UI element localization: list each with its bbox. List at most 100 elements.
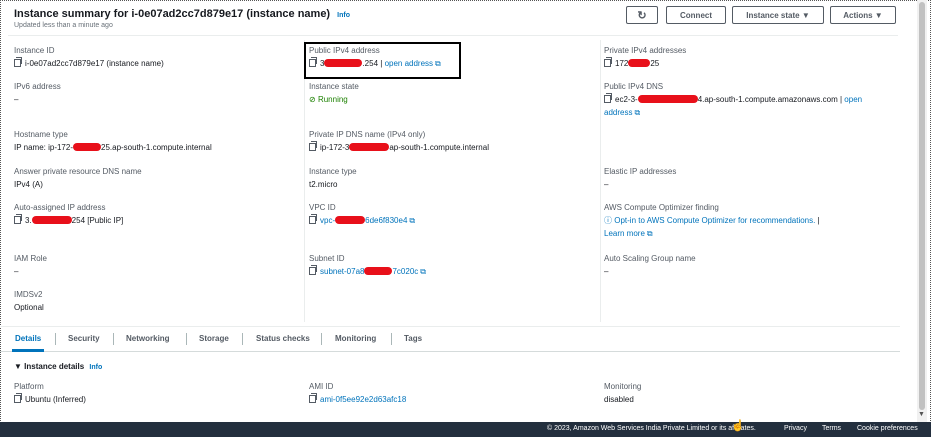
instance-type-value: t2.micro <box>309 180 338 189</box>
tab-networking[interactable]: Networking <box>126 334 170 343</box>
hostname-prefix: IP name: ip-172- <box>14 143 73 152</box>
field-ipv6: IPv6 address – <box>14 82 294 105</box>
field-label: Answer private resource DNS name <box>14 167 142 176</box>
external-link-icon[interactable]: ⧉ <box>647 229 653 238</box>
ip-suffix: 254 [Public IP] <box>71 216 124 225</box>
instance-summary-header: Instance summary for i-0e07ad2cc7d879e17… <box>8 4 898 36</box>
ip-suffix: 25 <box>650 59 660 68</box>
ip-prefix: 172 <box>615 59 629 68</box>
field-label: AMI ID <box>309 382 334 391</box>
optimizer-opt-in-link[interactable]: Opt-in to AWS Compute Optimizer for reco… <box>614 216 815 225</box>
separator: | <box>817 216 820 225</box>
copy-icon[interactable] <box>604 93 612 103</box>
external-link-icon[interactable]: ⧉ <box>409 216 415 225</box>
tab-divider <box>186 333 187 345</box>
ipv6-value: – <box>14 95 19 104</box>
instance-id-value: i-0e07ad2cc7d879e17 (instance name) <box>25 59 164 68</box>
dns-suffix: ap-south-1.compute.internal <box>389 143 489 152</box>
copy-icon[interactable] <box>309 265 317 275</box>
info-link[interactable]: Info <box>337 12 350 19</box>
field-auto-ip: Auto-assigned IP address 3. 254 [Public I… <box>14 203 294 226</box>
scroll-down-icon[interactable]: ▼ <box>918 411 925 418</box>
tab-divider <box>242 333 243 345</box>
field-imdsv2: IMDSv2 Optional <box>14 290 294 313</box>
field-answer-dns: Answer private resource DNS name IPv4 (A… <box>14 167 294 190</box>
field-monitoring: Monitoring disabled <box>604 382 884 405</box>
external-link-icon[interactable]: ⧉ <box>435 59 441 68</box>
field-hostname-type: Hostname type IP name: ip-172- 25.ap-sout… <box>14 130 294 153</box>
scrollbar-thumb[interactable] <box>919 2 925 410</box>
cookie-preferences-link[interactable]: Cookie preferences <box>857 425 918 432</box>
ami-id-link[interactable]: ami-0f5ee92e2d63afc18 <box>320 395 406 404</box>
field-compute-optimizer: AWS Compute Optimizer finding ⓘ Opt-in t… <box>604 203 904 239</box>
dns-prefix: ec2-3- <box>615 95 638 104</box>
field-label: Instance type <box>309 167 357 176</box>
copy-icon[interactable] <box>309 393 317 403</box>
tab-tags[interactable]: Tags <box>404 334 422 343</box>
redaction-mark <box>628 59 651 67</box>
elastic-ip-value: – <box>604 180 609 189</box>
copy-icon[interactable] <box>14 214 22 224</box>
instance-details-header[interactable]: ▼ Instance details Info <box>14 362 102 371</box>
field-label: Elastic IP addresses <box>604 167 677 176</box>
hand-cursor-icon: ☝ <box>731 420 745 432</box>
copy-icon[interactable] <box>309 57 317 67</box>
field-ami-id: AMI ID ami-0f5ee92e2d63afc18 <box>309 382 589 405</box>
dns-suffix: 4.ap-south-1.compute.amazonaws.com | <box>697 95 843 104</box>
open-address-link[interactable]: open address <box>385 59 433 68</box>
field-public-dns: Public IPv4 DNS ec2-3- 4.ap-south-1.compu… <box>604 82 884 118</box>
vpc-suffix[interactable]: 6de6f830e4 <box>365 216 407 225</box>
field-elastic-ip: Elastic IP addresses – <box>604 167 884 190</box>
refresh-icon: ↻ <box>637 9 647 22</box>
column-divider <box>600 40 601 322</box>
field-label: Hostname type <box>14 130 68 139</box>
subnet-suffix[interactable]: 7c020c <box>392 267 418 276</box>
external-link-icon[interactable]: ⧉ <box>634 108 640 117</box>
monitoring-value: disabled <box>604 395 634 404</box>
learn-more-link[interactable]: Learn more <box>604 229 645 238</box>
console-footer: © 2023, Amazon Web Services India Privat… <box>0 422 931 437</box>
hostname-suffix: 25.ap-south-1.compute.internal <box>101 143 212 152</box>
field-private-dns: Private IP DNS name (IPv4 only) ip-172-3… <box>309 130 589 153</box>
tab-status-checks[interactable]: Status checks <box>256 334 310 343</box>
tab-divider <box>391 333 392 345</box>
actions-button[interactable]: Actions ▼ <box>830 6 896 24</box>
field-label: Auto Scaling Group name <box>604 254 696 263</box>
answer-dns-value: IPv4 (A) <box>14 180 43 189</box>
field-label: Platform <box>14 382 44 391</box>
copy-icon[interactable] <box>14 57 22 67</box>
field-label: AWS Compute Optimizer finding <box>604 203 719 212</box>
field-label: IMDSv2 <box>14 290 43 299</box>
refresh-button[interactable]: ↻ <box>626 6 658 24</box>
copy-icon[interactable] <box>309 214 317 224</box>
tab-storage[interactable]: Storage <box>199 334 229 343</box>
field-label: Private IPv4 addresses <box>604 46 687 55</box>
terms-link[interactable]: Terms <box>822 425 841 432</box>
redaction-mark <box>31 216 72 224</box>
privacy-link[interactable]: Privacy <box>784 425 807 432</box>
copy-icon[interactable] <box>309 141 317 151</box>
tab-details[interactable]: Details <box>15 334 41 343</box>
page-title: Instance summary for i-0e07ad2cc7d879e17… <box>14 8 350 20</box>
open-address-link[interactable]: open <box>844 95 862 104</box>
copy-icon[interactable] <box>604 57 612 67</box>
redaction-mark <box>335 216 366 224</box>
imdsv2-value: Optional <box>14 303 44 312</box>
external-link-icon[interactable]: ⧉ <box>420 267 426 276</box>
field-private-ipv4: Private IPv4 addresses 172 25 <box>604 46 884 69</box>
vpc-prefix[interactable]: vpc- <box>320 216 335 225</box>
tab-monitoring[interactable]: Monitoring <box>335 334 376 343</box>
field-platform: Platform Ubuntu (Inferred) <box>14 382 294 405</box>
tab-security[interactable]: Security <box>68 334 100 343</box>
column-divider <box>304 40 305 322</box>
vertical-scrollbar[interactable]: ▼ <box>917 0 927 422</box>
redaction-mark <box>324 59 363 67</box>
instance-state-button[interactable]: Instance state ▼ <box>732 6 824 24</box>
connect-button[interactable]: Connect <box>666 6 726 24</box>
subnet-prefix[interactable]: subnet-07a8 <box>320 267 364 276</box>
copy-icon[interactable] <box>14 393 22 403</box>
open-address-link-cont[interactable]: address <box>604 108 632 117</box>
info-link[interactable]: Info <box>89 364 102 371</box>
field-label: Monitoring <box>604 382 642 391</box>
field-iam-role: IAM Role – <box>14 254 294 277</box>
